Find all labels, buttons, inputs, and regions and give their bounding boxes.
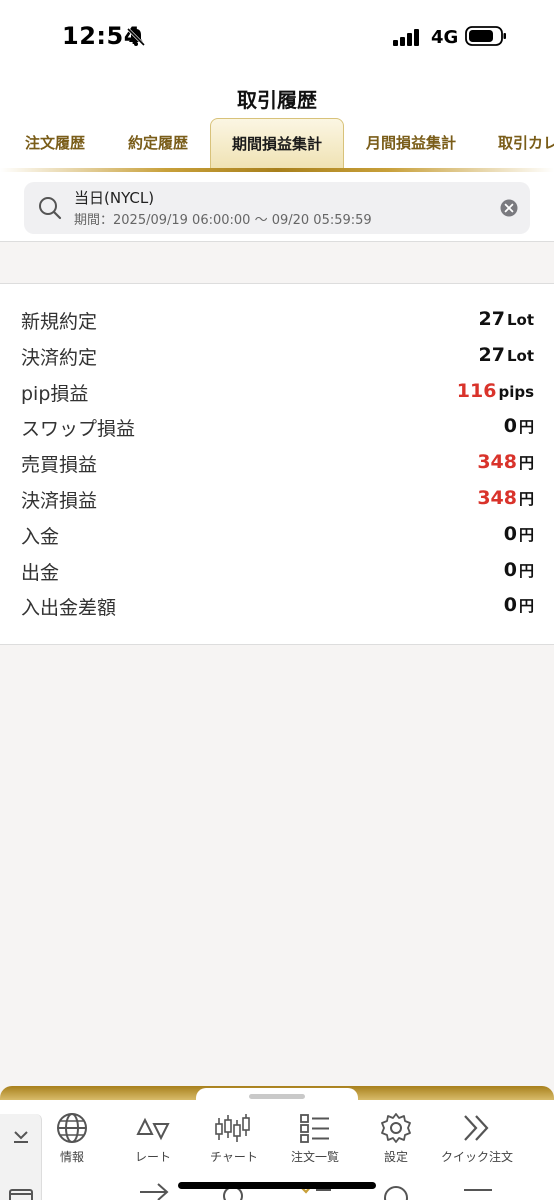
nav-order-list-label: 注文一覧	[290, 1150, 339, 1164]
double-chevron-icon	[464, 1115, 489, 1141]
summary-value-number: 0	[503, 558, 517, 581]
nav-settings[interactable]: 設定	[355, 1112, 437, 1166]
period-filter-area: 当日(NYCL) 期間：2025/09/19 06:00:00 ～ 09/20 …	[0, 172, 554, 242]
summary-row: 売買損益 348 円	[0, 447, 554, 483]
summary-row-label: 出金	[21, 561, 60, 584]
summary-row: 入金 0 円	[0, 519, 554, 555]
tab-execution-history[interactable]: 約定履歴	[110, 118, 206, 172]
page-title: 取引履歴	[237, 88, 317, 112]
summary-row: スワップ損益 0 円	[0, 411, 554, 447]
tab-period-pnl[interactable]: 期間損益集計	[210, 118, 344, 172]
summary-value-unit: 円	[518, 454, 534, 473]
menu-line-icon	[464, 1189, 492, 1191]
summary-row-label: 入出金差額	[21, 597, 117, 620]
summary-value-number: 0	[503, 522, 517, 545]
summary-value-unit: 円	[518, 525, 534, 544]
summary-value-number: 348	[477, 451, 517, 474]
tab-bar: 注文履歴 約定履歴 期間損益集計 月間損益集計 取引カレ	[0, 118, 554, 172]
nav-order-list[interactable]: 注文一覧	[274, 1112, 356, 1166]
chevron-down-icon	[14, 1131, 28, 1143]
summary-row-label: 決済約定	[21, 346, 98, 369]
summary-row-value: 0円	[504, 594, 534, 616]
period-search-box[interactable]: 当日(NYCL) 期間：2025/09/19 06:00:00 ～ 09/20 …	[24, 182, 530, 234]
summary-row-label: 決済損益	[21, 490, 98, 512]
arrow-right-icon	[140, 1183, 169, 1200]
summary-row: 決済約定 27 Lot	[0, 340, 554, 376]
p-circle-icon	[384, 1186, 408, 1200]
nav-quick-order[interactable]: クイック注文	[436, 1112, 518, 1166]
candlestick-icon	[215, 1114, 250, 1142]
summary-value-unit: 円	[518, 597, 534, 616]
network-type: 4G	[431, 27, 459, 48]
order-list-icon	[300, 1114, 329, 1143]
signal-icon	[393, 29, 419, 46]
summary-row-value: 116 pips	[457, 380, 534, 402]
pnl-summary: 新規約定 27 Lot 決済約定 27 Lot pip損益 116 pips スワップ損益 0 円売買…	[0, 283, 554, 645]
summary-value-unit: pips	[498, 382, 534, 401]
nav-quick-order-label: クイック注文	[440, 1150, 513, 1164]
summary-row-value: 348 円	[477, 487, 534, 509]
nav-chart-label: チャート	[210, 1150, 258, 1164]
globe-icon	[57, 1113, 87, 1143]
summary-row: 新規約定 27 Lot	[0, 304, 554, 340]
card-icon	[9, 1189, 33, 1200]
summary-row-label: 新規約定	[21, 311, 98, 333]
summary-row: pip損益 116 pips	[0, 376, 554, 412]
summary-row-value: 348 円	[477, 451, 534, 473]
tab-order-history[interactable]: 注文履歴	[6, 118, 104, 172]
summary-row-value: 0円	[504, 559, 534, 581]
summary-row-label: 売買損益	[21, 454, 98, 477]
period-title: 当日(NYCL)	[74, 189, 155, 207]
summary-value-unit: Lot	[506, 311, 534, 329]
summary-value-unit: Lot	[506, 346, 534, 365]
header: 取引履歴 注文履歴 約定履歴 期間損益集計 月間損益集計 取引カレ	[0, 72, 554, 172]
tab-trade-calendar[interactable]: 取引カレ	[482, 118, 554, 172]
nav-rate-label: レート	[134, 1150, 171, 1164]
summary-value-unit: 円	[518, 418, 534, 437]
summary-value-unit: 円	[518, 490, 534, 508]
clear-icon[interactable]	[500, 199, 518, 217]
summary-row: 出金 0 円	[0, 555, 554, 591]
nav-rate[interactable]: レート	[112, 1112, 194, 1166]
summary-row-label: 入金	[21, 525, 60, 548]
summary-row: 入出金差額 0 円	[0, 590, 554, 626]
nav-chart[interactable]: チャート	[193, 1112, 275, 1166]
period-range: 期間：2025/09/19 06:00:00 ～ 09/20 05:59:59	[74, 213, 372, 228]
summary-row: 決済損益 348 円	[0, 483, 554, 519]
gear-icon	[381, 1113, 411, 1143]
nav-settings-label: 設定	[383, 1150, 408, 1164]
summary-row-label: スワップ損益	[21, 418, 136, 441]
summary-row-label: pip損益	[21, 382, 89, 405]
summary-value-number: 348	[477, 487, 517, 509]
home-indicator	[178, 1182, 376, 1189]
summary-value-number: 0	[503, 594, 517, 617]
bell-muted-icon	[126, 27, 146, 47]
summary-value-unit: 円	[518, 561, 534, 580]
summary-value-number: 0	[503, 415, 517, 438]
battery-icon	[465, 26, 506, 46]
summary-value-number: 27	[478, 308, 505, 330]
status-bar: 12:54 4G	[0, 0, 554, 72]
rate-triangles-icon	[136, 1117, 170, 1141]
summary-value-number: 116	[456, 379, 497, 402]
summary-row-value: 0円	[504, 415, 534, 437]
search-icon	[39, 197, 62, 220]
summary-row-value: 0円	[504, 523, 534, 545]
nav-info-label: 情報	[59, 1150, 84, 1164]
tab-monthly-pnl[interactable]: 月間損益集計	[352, 118, 470, 172]
nav-info[interactable]: 情報	[31, 1112, 113, 1166]
summary-row-value: 27 Lot	[479, 344, 535, 366]
summary-row-value: 27 Lot	[479, 308, 535, 330]
summary-value-number: 27	[478, 343, 505, 366]
drawer-handle[interactable]	[249, 1094, 305, 1099]
